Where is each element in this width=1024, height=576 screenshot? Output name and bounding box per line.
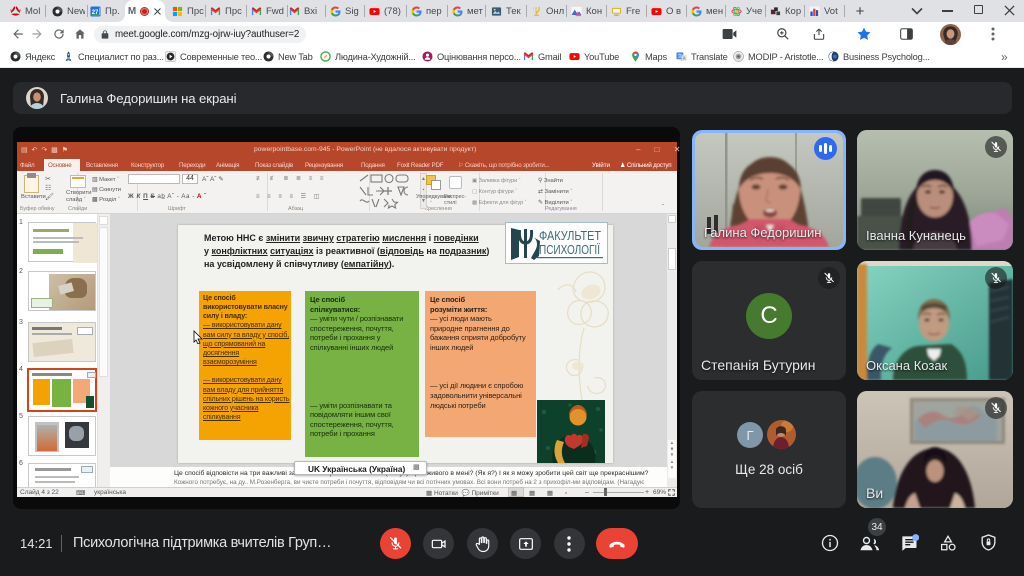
svg-text:ФАКУЛЬТЕТ: ФАКУЛЬТЕТ	[539, 229, 601, 243]
